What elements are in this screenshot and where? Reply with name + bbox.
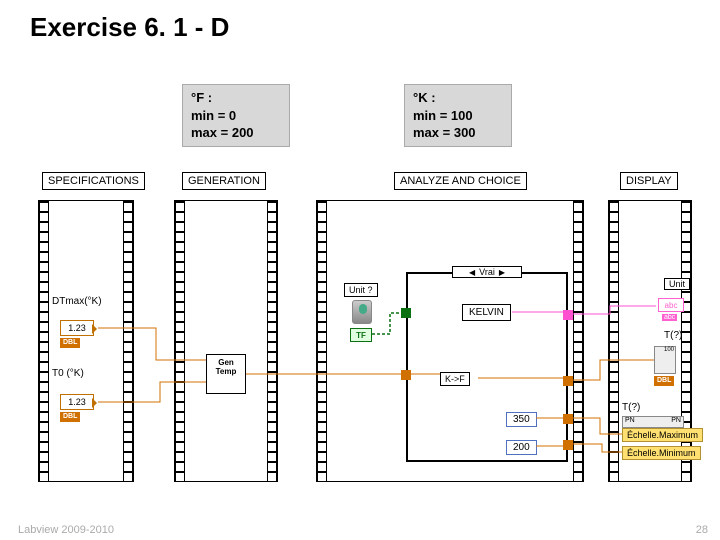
const-350: 350 [506,412,537,427]
tunnel-max-out [563,414,573,424]
tunnel-min-out [563,440,573,450]
tq-label: T(?) [664,330,682,341]
spec-k-box: °K : min = 100 max = 300 [404,84,512,147]
tunnel-str-out [563,310,573,320]
case-next-icon[interactable]: ▶ [499,268,505,277]
ktof-block: K->F [440,372,470,386]
switch-icon[interactable] [352,300,372,324]
unit-string-indicator: abc [658,298,684,312]
spec-k-l3: max = 300 [413,124,503,142]
unit-question-label: Unit ? [344,283,378,297]
thermo-indicator: 100 [654,346,676,374]
gen-temp-subvi[interactable]: Gen Temp [206,354,246,394]
frame-specifications [38,200,134,482]
t0-control[interactable]: 1.23 [60,394,94,410]
section-specifications: SPECIFICATIONS [42,172,145,190]
unit-indicator-label: Unit [664,278,690,290]
property-node: PN PN [622,416,684,428]
case-true-header[interactable]: ◀ Vrai ▶ [452,266,522,278]
section-generation: GENERATION [182,172,266,190]
case-true-text: Vrai [479,267,495,277]
unit-abc-tag: abc [662,314,677,321]
t0-label: T0 (°K) [52,368,84,379]
echelle-min-property: Échelle.Minimum [622,446,701,460]
page-number: 28 [696,524,708,536]
tunnel-selector [401,308,411,318]
tf-terminal: TF [350,328,372,342]
spec-f-box: °F : min = 0 max = 200 [182,84,290,147]
dtmax-dbl-tag: DBL [60,338,80,348]
thermo-dbl-tag: DBL [654,376,674,386]
section-analyze: ANALYZE AND CHOICE [394,172,527,190]
spec-k-l1: °K : [413,89,503,107]
t0-dbl-tag: DBL [60,412,80,422]
case-structure[interactable]: ◀ Vrai ▶ [406,272,568,462]
frame-generation [174,200,278,482]
kelvin-constant: KELVIN [462,304,511,321]
spec-f-l1: °F : [191,89,281,107]
dtmax-control[interactable]: 1.23 [60,320,94,336]
tunnel-temp-in [401,370,411,380]
dtmax-label: DTmax(°K) [52,296,102,307]
spec-k-l2: min = 100 [413,107,503,125]
slide-title: Exercise 6. 1 - D [30,12,229,43]
case-prev-icon[interactable]: ◀ [469,268,475,277]
echelle-max-property: Échelle.Maximum [622,428,703,442]
gen-temp-l2: Temp [207,368,245,377]
tunnel-temp-out [563,376,573,386]
spec-f-l3: max = 200 [191,124,281,142]
section-display: DISPLAY [620,172,678,190]
tq-label-2: T(?) [622,402,640,413]
const-200: 200 [506,440,537,455]
footer-text: Labview 2009-2010 [18,524,114,536]
thermo-scale-100: 100 [664,347,674,353]
spec-f-l2: min = 0 [191,107,281,125]
